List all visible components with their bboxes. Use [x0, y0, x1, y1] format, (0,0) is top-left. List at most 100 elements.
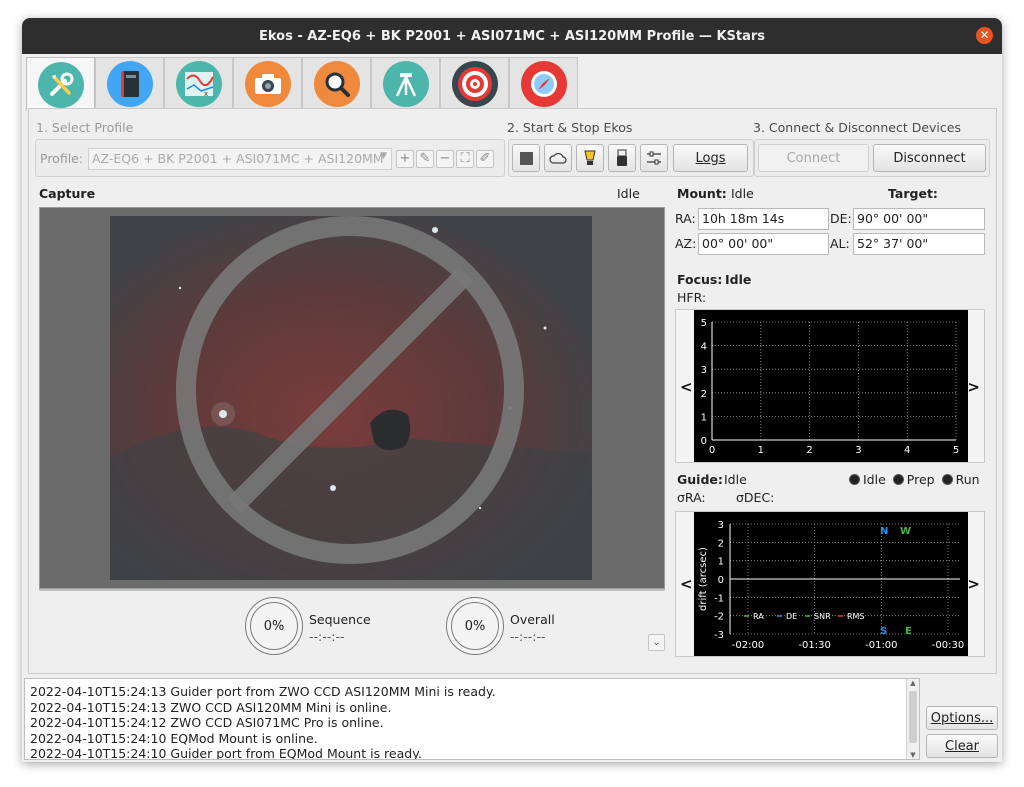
al-field: 52° 37' 00" — [853, 233, 985, 255]
pencil-icon: ✎ — [419, 151, 431, 166]
edit-profile-button[interactable]: ✎ — [416, 150, 434, 168]
idle-indicator-icon — [849, 474, 860, 485]
start-stop-frame: Logs — [508, 139, 754, 177]
profile-frame: Profile: AZ-EQ6 + BK P2001 + ASI071MC + … — [35, 139, 505, 177]
tripod-icon — [382, 60, 429, 107]
run-indicator-icon — [941, 474, 953, 485]
title-bar[interactable]: Ekos - AZ-EQ6 + BK P2001 + ASI071MC + AS… — [22, 18, 1002, 54]
focus-status: Idle — [725, 272, 752, 287]
clear-label: Clear — [945, 738, 979, 754]
sequence-time: --:--:-- — [309, 629, 345, 644]
de-label: DE: — [830, 211, 852, 226]
guide-prev-button[interactable]: < — [680, 575, 693, 593]
tab-align[interactable] — [509, 57, 578, 109]
hfr-label: HFR: — [677, 290, 707, 305]
connect-button[interactable]: Connect — [758, 144, 869, 172]
stop-ekos-button[interactable] — [512, 144, 540, 172]
y-axis-label: drift (arcsec) — [698, 547, 709, 611]
x-tick-label: 0 — [709, 445, 715, 456]
log-line: 2022-04-10T15:24:12 ZWO CCD ASI071MC Pro… — [30, 715, 384, 730]
notebook-icon — [106, 60, 153, 107]
remove-profile-button[interactable]: − — [436, 150, 454, 168]
x-tick-label: -01:00 — [865, 640, 897, 651]
horsehead-nebula-image — [110, 216, 592, 580]
x-tick-label: 2 — [806, 445, 812, 456]
y-tick-label: 1 — [718, 557, 724, 568]
y-tick-label: -1 — [714, 593, 724, 604]
scroll-up-icon[interactable]: ▲ — [907, 679, 919, 687]
guide-label: Guide: — [677, 472, 723, 487]
legend-label: RA — [753, 612, 764, 621]
add-profile-button[interactable]: + — [396, 150, 414, 168]
guide-plot-frame: < > -02:00 -01:30 -01:00 -00:30 -3 -2 -1 0 1 2 3 dr… — [675, 511, 985, 657]
tab-guide[interactable] — [440, 57, 509, 109]
x-tick-label: 5 — [953, 445, 959, 456]
sequence-progress: 0% — [245, 597, 303, 655]
prep-state-label: Prep — [906, 472, 935, 487]
legend-label: DE — [786, 612, 797, 621]
light-icon — [584, 150, 596, 165]
capture-preview[interactable] — [39, 207, 665, 589]
tab-scheduler[interactable] — [95, 57, 164, 109]
connect-devices-label: 3. Connect & Disconnect Devices — [753, 120, 961, 135]
tab-focus[interactable] — [302, 57, 371, 109]
disconnect-label: Disconnect — [893, 150, 966, 166]
wizard-profile-button[interactable]: ⛶ — [456, 150, 474, 168]
ekos-window: Ekos - AZ-EQ6 + BK P2001 + ASI071MC + AS… — [22, 18, 1002, 762]
y-tick-label: 1 — [701, 412, 707, 423]
y-tick-label: 0 — [701, 436, 707, 447]
capture-status: Idle — [617, 186, 640, 201]
custom-drivers-button[interactable]: ✐ — [476, 150, 494, 168]
log-line: 2022-04-10T15:24:13 ZWO CCD ASI120MM Min… — [30, 699, 392, 715]
run-state-label: Run — [955, 472, 980, 487]
log-scrollbar[interactable]: ▲ ▼ — [906, 679, 919, 759]
mount-status: Idle — [731, 186, 754, 201]
options-label: Options... — [930, 710, 994, 726]
scroll-down-icon[interactable]: ▼ — [907, 751, 919, 759]
sequence-label: Sequence — [309, 612, 371, 627]
plot-background — [694, 512, 968, 656]
compass-east-label: E — [905, 626, 912, 637]
guide-next-button[interactable]: > — [967, 575, 980, 593]
drift-plot[interactable]: -02:00 -01:30 -01:00 -00:30 -3 -2 -1 0 1 2 3 drift … — [694, 512, 968, 656]
log-line: 2022-04-10T15:24:10 Guider port from EQM… — [30, 746, 422, 760]
hfr-plot[interactable]: 0 1 2 3 4 5 0 1 2 3 4 5 — [694, 310, 968, 462]
scroll-thumb[interactable] — [909, 691, 917, 743]
usb-button[interactable] — [608, 144, 636, 172]
idle-state-label: Idle — [863, 472, 886, 487]
graph-icon: x — [175, 60, 222, 107]
cloud-button[interactable] — [544, 144, 572, 172]
x-tick-label: 4 — [904, 445, 910, 456]
logs-label: Logs — [695, 150, 726, 166]
y-tick-label: 3 — [701, 365, 707, 376]
focus-next-button[interactable]: > — [967, 378, 980, 396]
sliders-icon — [647, 151, 661, 165]
y-tick-label: -2 — [714, 612, 724, 623]
log-view[interactable]: 2022-04-10T15:24:13 Guider port from ZWO… — [24, 678, 920, 760]
y-tick-label: 5 — [701, 318, 707, 329]
disconnect-button[interactable]: Disconnect — [873, 144, 986, 172]
light-button[interactable] — [576, 144, 604, 172]
tab-analyze[interactable]: x — [164, 57, 233, 109]
profile-select[interactable]: AZ-EQ6 + BK P2001 + ASI071MC + ASI120MM … — [88, 148, 392, 170]
clear-button[interactable]: Clear — [926, 734, 998, 758]
settings-button[interactable] — [640, 144, 668, 172]
logs-button[interactable]: Logs — [673, 144, 748, 172]
x-tick-label: 3 — [855, 445, 861, 456]
profile-label: Profile: — [40, 151, 84, 166]
close-icon: ✕ — [979, 28, 990, 42]
wrench-screwdriver-icon — [37, 61, 84, 108]
preview-splitter[interactable] — [39, 589, 665, 591]
options-button[interactable]: Options... — [926, 706, 998, 730]
capture-title: Capture — [39, 186, 96, 201]
ra-field: 10h 18m 14s — [698, 208, 829, 230]
tab-mount[interactable] — [371, 57, 440, 109]
target-icon — [451, 60, 498, 107]
collapse-button[interactable]: ⌄ — [648, 634, 665, 651]
al-label: AL: — [830, 236, 850, 251]
chevron-down-icon: ▼ — [380, 151, 387, 161]
tab-capture[interactable] — [233, 57, 302, 109]
close-button[interactable]: ✕ — [976, 27, 993, 44]
tab-setup[interactable] — [26, 57, 95, 111]
focus-prev-button[interactable]: < — [680, 378, 693, 396]
